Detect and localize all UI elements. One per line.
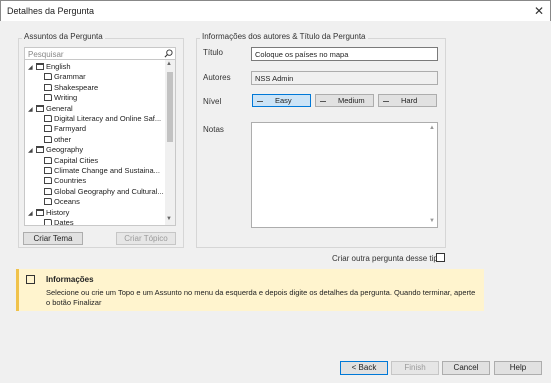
tree-item-label: other <box>54 134 72 144</box>
tree-item-label: Countries <box>54 176 87 186</box>
title-label: Título <box>203 48 224 57</box>
title-field[interactable]: Coloque os países no mapa <box>251 47 438 61</box>
level-hard-button[interactable]: Hard <box>378 94 437 107</box>
tree-item-label: Writing <box>54 93 78 103</box>
subjects-group-title: Assuntos da Pergunta <box>22 32 105 41</box>
document-icon <box>44 94 52 102</box>
search-placeholder: Pesquisar <box>28 50 64 59</box>
tree-item[interactable]: Writing <box>44 93 77 103</box>
document-icon <box>44 177 52 185</box>
notes-label: Notas <box>203 125 224 134</box>
author-info-group-title: Informações dos autores & Título da Perg… <box>200 32 368 41</box>
info-title: Informações <box>46 275 94 284</box>
document-icon <box>44 167 52 174</box>
level-medium-button[interactable]: Medium <box>315 94 374 107</box>
tree-item[interactable]: Digital Literacy and Online Saf... <box>44 114 161 124</box>
level-hard-mark <box>383 100 389 102</box>
tree-item[interactable]: Farmyard <box>44 124 86 134</box>
level-hard-label: Hard <box>401 96 418 105</box>
level-easy-label: Easy <box>275 96 292 105</box>
document-icon <box>44 187 52 195</box>
expand-icon[interactable]: ◢ <box>28 209 36 219</box>
window-titlebar: Detalhes da Pergunta ✕ <box>0 0 551 21</box>
level-medium-mark <box>320 100 326 102</box>
tree-item-label: Grammar <box>54 72 86 82</box>
notes-scroll-down-icon[interactable]: ▼ <box>429 218 435 224</box>
document-icon <box>44 125 52 133</box>
level-medium-label: Medium <box>338 96 365 105</box>
tree-item-label: History <box>46 207 70 217</box>
back-button[interactable]: < Back <box>340 361 388 375</box>
close-icon[interactable]: ✕ <box>534 4 544 18</box>
tree-item-label: Oceans <box>54 197 80 207</box>
tree-item[interactable]: Oceans <box>44 197 80 207</box>
tree-item-label: English <box>46 62 71 71</box>
document-icon <box>44 73 52 81</box>
subject-tree[interactable]: ◢ English Grammar Shakespeare Writing ◢ Genera… <box>24 59 176 226</box>
document-icon <box>44 219 52 225</box>
tree-scrollbar[interactable]: ▲ ▼ <box>165 60 175 225</box>
info-box: Informações Selecione ou crie um Topo e … <box>16 269 484 311</box>
help-button[interactable]: Help <box>494 361 542 375</box>
expand-icon[interactable]: ◢ <box>28 146 36 156</box>
create-another-label: Criar outra pergunta desse tipo <box>332 254 443 263</box>
tree-folder[interactable]: ◢ History <box>28 208 69 218</box>
info-icon <box>26 275 35 284</box>
tree-item-label: Capital Cities <box>54 155 99 165</box>
scroll-thumb[interactable] <box>167 72 173 142</box>
folder-icon <box>36 208 44 216</box>
document-icon <box>44 198 52 206</box>
tree-item[interactable]: Global Geography and Cultural... <box>44 187 164 197</box>
tree-folder[interactable]: ◢ Geography <box>28 145 83 155</box>
tree-item-label: Digital Literacy and Online Saf... <box>54 114 162 123</box>
expand-icon[interactable]: ◢ <box>28 105 36 115</box>
tree-item-label: Geography <box>46 145 84 155</box>
tree-item[interactable]: Climate Change and Sustaina... <box>44 166 160 176</box>
level-easy-button[interactable]: Easy <box>252 94 311 107</box>
tree-item-label: Farmyard <box>54 124 87 134</box>
tree-item[interactable]: Shakespeare <box>44 83 98 93</box>
tree-item[interactable]: Countries <box>44 176 86 186</box>
create-topic-button[interactable]: Criar Tema <box>23 232 83 245</box>
tree-item-label: Climate Change and Sustaina... <box>54 166 160 175</box>
document-icon <box>44 115 52 122</box>
create-another-checkbox[interactable] <box>436 253 445 262</box>
scroll-up-icon[interactable]: ▲ <box>166 61 172 67</box>
notes-scrollbar[interactable]: ▲ ▼ <box>427 123 437 227</box>
authors-field: NSS Admin <box>251 71 438 85</box>
folder-icon <box>36 63 44 70</box>
tree-item-label: Global Geography and Cultural... <box>54 186 164 196</box>
level-easy-mark <box>257 100 263 102</box>
cancel-button[interactable]: Cancel <box>442 361 490 375</box>
tree-item[interactable]: Dates <box>44 218 74 226</box>
tree-item-label: Dates <box>54 218 74 226</box>
tree-folder[interactable]: ◢ English <box>28 62 71 72</box>
folder-icon <box>36 104 44 112</box>
info-message: Selecione ou crie um Topo e um Assunto n… <box>46 288 476 307</box>
scroll-down-icon[interactable]: ▼ <box>166 216 172 222</box>
search-icon[interactable] <box>164 49 173 58</box>
tree-item-label: General <box>46 103 73 113</box>
level-label: Nível <box>203 97 222 106</box>
document-icon <box>44 83 52 91</box>
authors-label: Autores <box>203 73 231 82</box>
document-icon <box>44 135 52 143</box>
tree-folder[interactable]: ◢ General <box>28 104 73 114</box>
tree-item[interactable]: Grammar <box>44 72 86 82</box>
tree-item[interactable]: other <box>44 135 71 145</box>
window-title: Detalhes da Pergunta <box>7 6 95 16</box>
tree-item[interactable]: Capital Cities <box>44 156 98 166</box>
finish-button[interactable]: Finish <box>391 361 439 375</box>
folder-icon <box>36 146 44 154</box>
notes-scroll-up-icon[interactable]: ▲ <box>429 125 435 131</box>
notes-textarea[interactable]: ▲ ▼ <box>251 122 438 228</box>
tree-item-label: Shakespeare <box>54 82 99 92</box>
expand-icon[interactable]: ◢ <box>28 63 36 73</box>
document-icon <box>44 156 52 164</box>
create-subject-button[interactable]: Criar Tópico <box>116 232 176 245</box>
